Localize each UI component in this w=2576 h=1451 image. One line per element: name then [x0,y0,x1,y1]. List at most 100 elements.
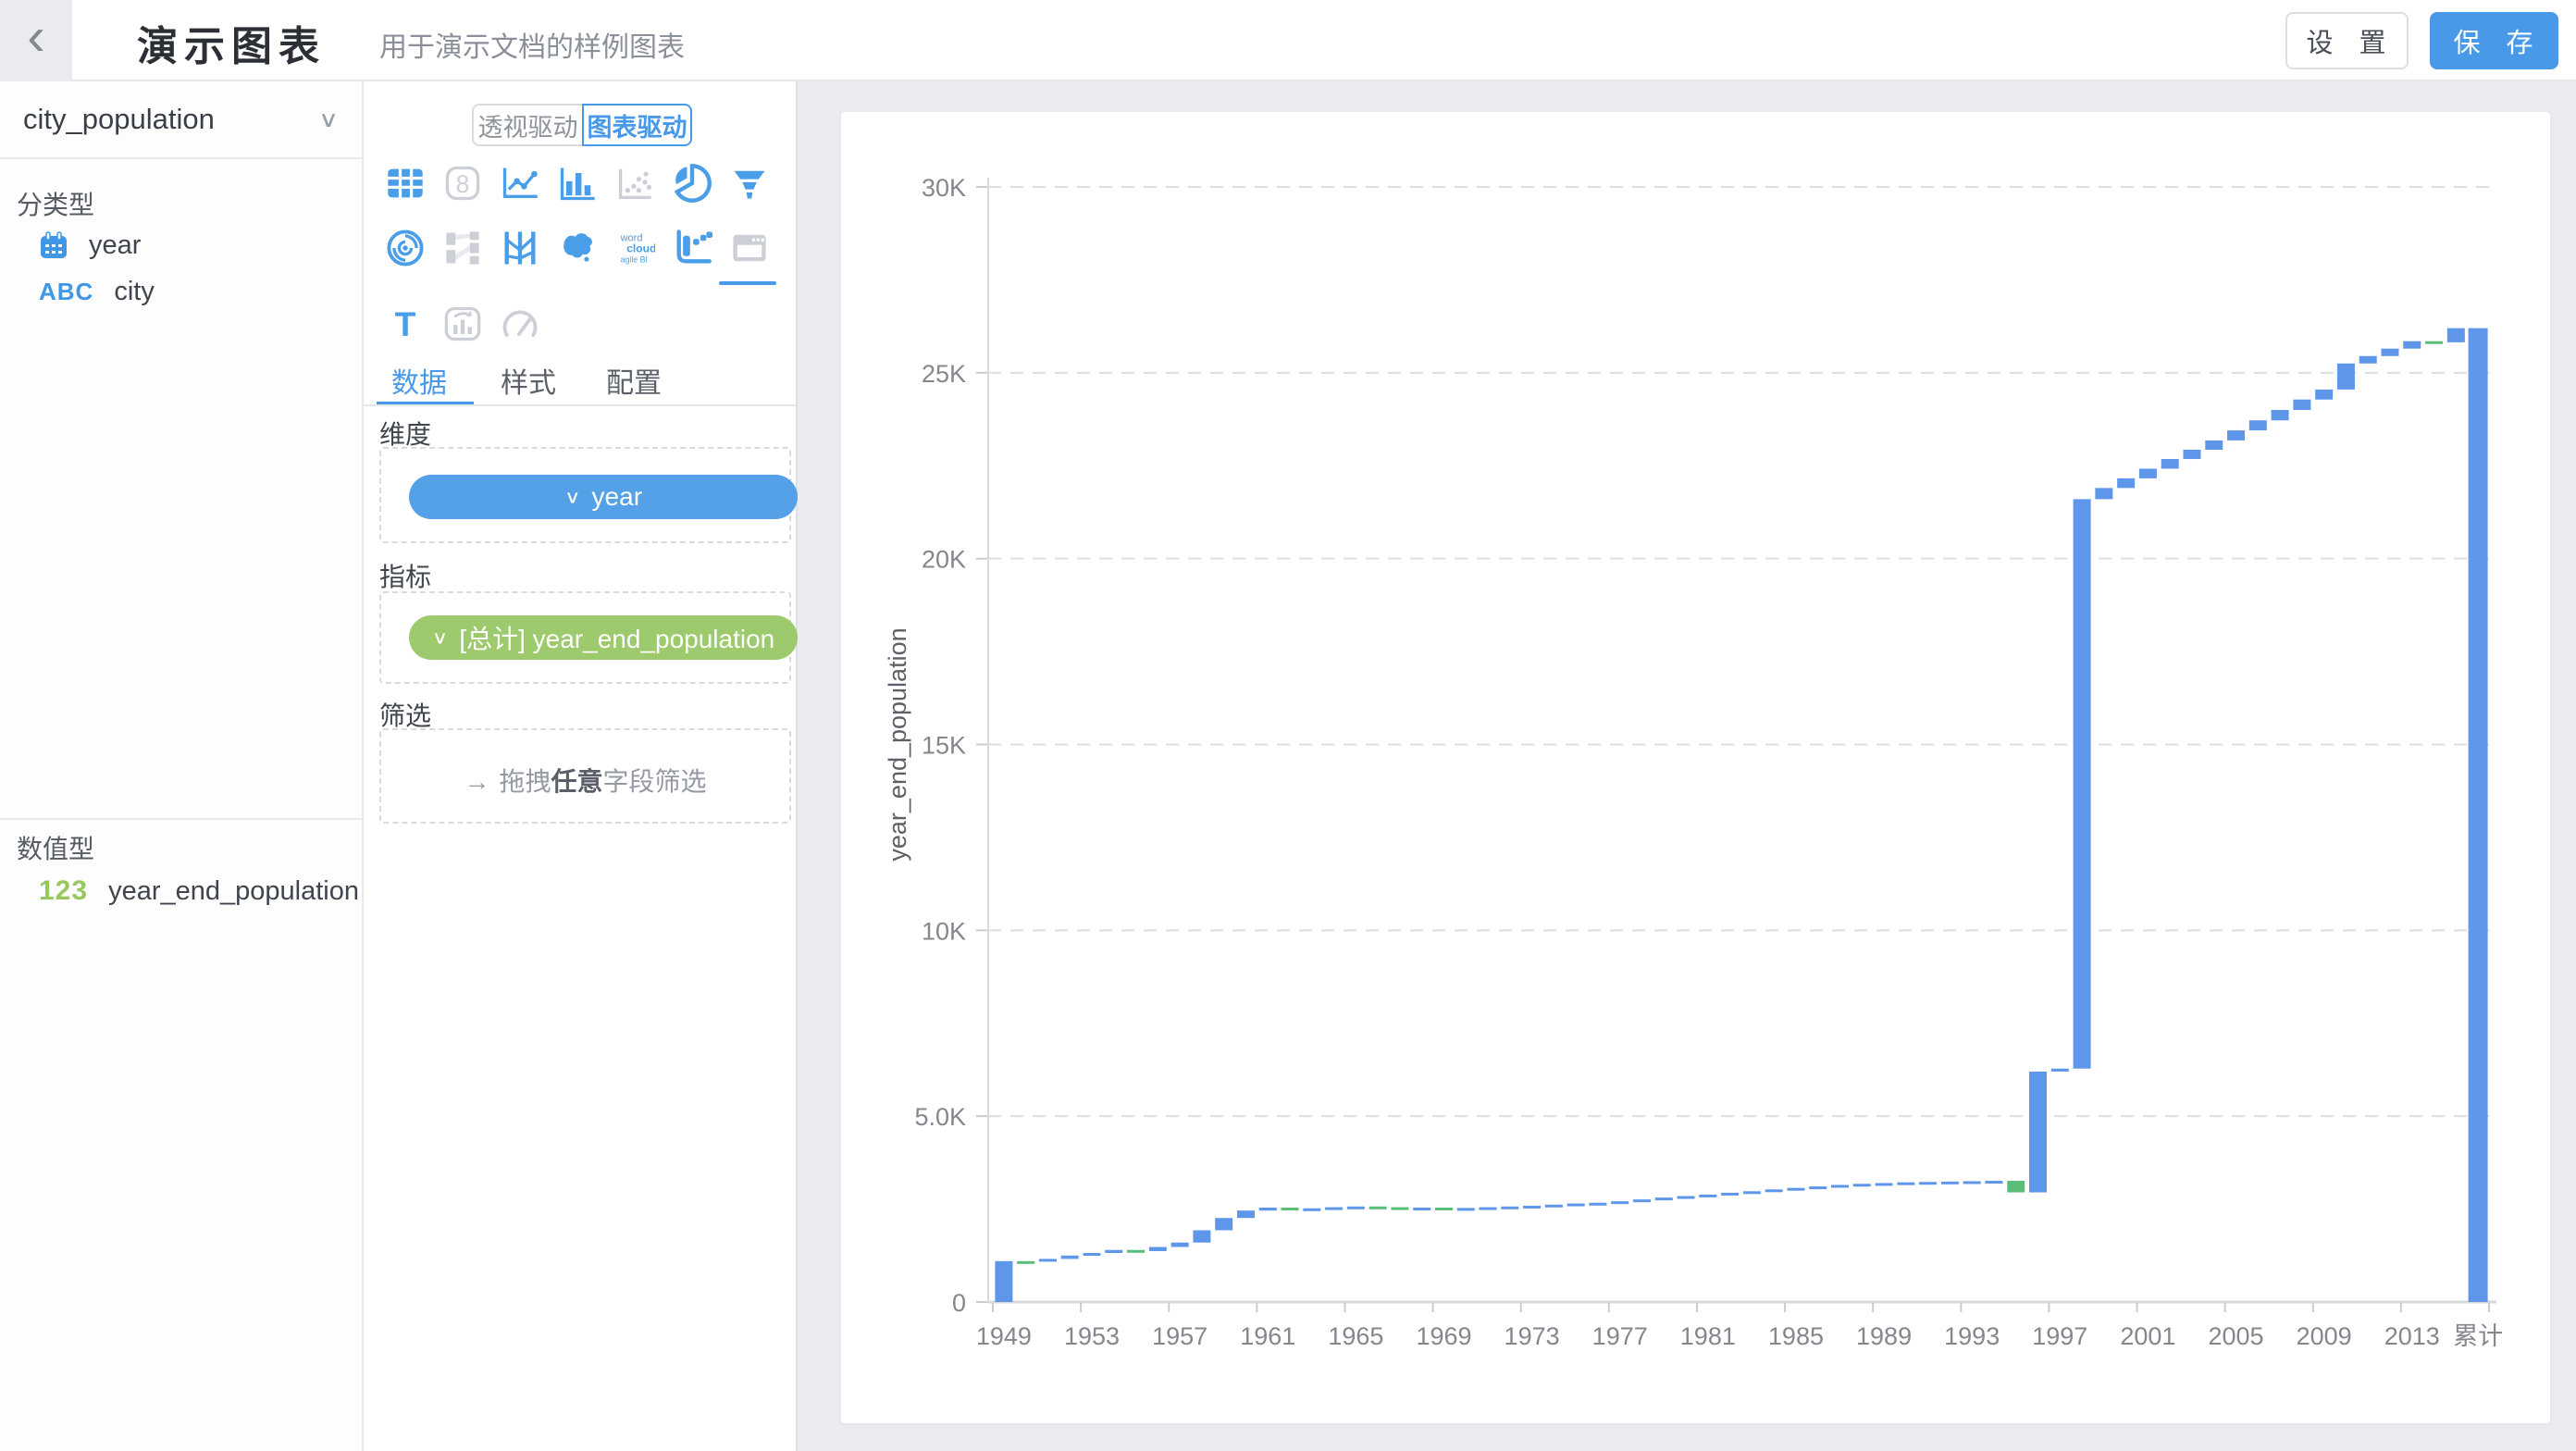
chart-config-panel: 透视驱动 图表驱动 8 [364,81,798,1451]
metric-pill-label: [总计] year_end_population [459,619,774,656]
chart-type-sankey-icon[interactable] [437,222,489,274]
tab-config[interactable]: 配置 [606,359,662,402]
svg-text:1957: 1957 [1152,1322,1208,1350]
title-wrap: 演示图表 用于演示文档的样例图表 [137,0,685,80]
calendar-icon [39,230,68,260]
chart-type-gauge-icon[interactable] [494,298,546,350]
chart-type-digit-icon[interactable]: 8 [437,157,489,209]
filter-dropzone[interactable]: → 拖拽任意字段筛选 [379,728,791,824]
field-label: year_end_population [108,876,359,907]
svg-text:1981: 1981 [1680,1322,1736,1350]
svg-text:agile BI: agile BI [621,254,648,264]
chevron-down-icon: ∨ [432,626,449,648]
svg-text:10K: 10K [922,917,966,945]
config-tabs: 数据 样式 配置 [364,359,796,405]
chart-canvas-area: 0 5.0K 10K 15K 20K 25K 30K 1949 1953 1957 1961 1965… [798,81,2576,1451]
svg-text:2013: 2013 [2384,1322,2440,1350]
chevron-down-icon: ∨ [318,106,339,132]
mode-chart-button[interactable]: 图表驱动 [582,104,692,146]
metric-pill-year-end-population[interactable]: ∨ [总计] year_end_population [409,615,798,660]
svg-text:1989: 1989 [1856,1322,1912,1350]
header-bar: ‹ 演示图表 用于演示文档的样例图表 设 置 保 存 [0,0,2576,81]
dimension-label: 维度 [379,415,431,452]
sidebar-divider [0,818,362,820]
back-icon: ‹ [27,10,44,64]
page-subtitle: 用于演示文档的样例图表 [379,15,685,65]
dimension-dropzone[interactable]: ∨ year [379,447,791,543]
settings-button[interactable]: 设 置 [2285,12,2409,69]
svg-text:1993: 1993 [1944,1322,2000,1350]
filter-hint-prefix: 拖拽 [499,767,551,796]
chart-type-table-icon[interactable] [379,157,431,209]
number-field-icon: 123 [39,875,88,907]
chart-type-china-map-icon[interactable] [551,222,603,274]
chart-type-pie-icon[interactable] [666,157,718,209]
field-city[interactable]: ABC city [0,268,362,315]
tab-data[interactable]: 数据 [391,359,447,402]
svg-text:2005: 2005 [2208,1322,2263,1350]
tabs-divider [364,404,796,406]
chart-type-text-icon[interactable]: T [379,298,431,350]
chart-type-treemap-icon[interactable] [437,298,489,350]
svg-text:25K: 25K [922,360,966,388]
filter-label: 筛选 [379,696,431,733]
svg-text:2009: 2009 [2297,1322,2352,1350]
field-label: city [114,277,155,307]
svg-text:2001: 2001 [2120,1322,2175,1350]
chart-type-iframe-icon[interactable] [724,222,775,274]
chart-type-funnel-icon[interactable] [724,157,775,209]
svg-text:15K: 15K [922,732,966,760]
chart-type-line-icon[interactable] [494,157,546,209]
svg-text:累计: 累计 [2453,1322,2503,1350]
dimension-pill-label: year [592,482,642,512]
svg-text:1969: 1969 [1416,1322,1471,1350]
filter-hint-suffix: 字段筛选 [603,767,707,796]
svg-text:8: 8 [456,170,470,198]
waterfall-chart[interactable]: 0 5.0K 10K 15K 20K 25K 30K 1949 1953 1957 1961 1965… [841,112,2550,1423]
page-title: 演示图表 [137,7,326,72]
svg-text:1985: 1985 [1768,1322,1824,1350]
svg-text:5.0K: 5.0K [914,1103,966,1131]
filter-hint-bold: 任意 [551,767,602,796]
section-title-measures: 数值型 [17,829,94,866]
svg-text:1977: 1977 [1592,1322,1648,1350]
dataset-name: city_population [23,103,318,136]
chart-type-waterfall-icon[interactable] [666,222,718,274]
filter-hint: → 拖拽任意字段筛选 [381,762,789,799]
dataset-selector[interactable]: city_population ∨ [0,81,362,159]
field-year[interactable]: year [0,222,362,268]
section-title-dimensions: 分类型 [17,185,94,222]
mode-toggle: 透视驱动 图表驱动 [472,104,692,146]
tab-style[interactable]: 样式 [501,359,556,402]
arrow-right-icon: → [464,767,489,796]
metric-dropzone[interactable]: ∨ [总计] year_end_population [379,591,791,684]
field-label: year [89,230,141,261]
chart-type-parallel-icon[interactable] [494,222,546,274]
svg-text:0: 0 [952,1289,966,1317]
chart-type-radar-icon[interactable] [379,222,431,274]
svg-text:20K: 20K [922,546,966,574]
field-year-end-population[interactable]: 123 year_end_population [0,868,362,914]
chart-type-scatter-icon[interactable] [609,157,661,209]
metric-label: 指标 [379,557,431,594]
chart-type-bar-icon[interactable] [551,157,603,209]
svg-text:1949: 1949 [976,1322,1032,1350]
svg-text:year_end_population: year_end_population [884,627,911,861]
dimension-pill-year[interactable]: ∨ year [409,475,798,519]
chevron-down-icon: ∨ [564,486,581,507]
app-root: ‹ 演示图表 用于演示文档的样例图表 设 置 保 存 city_populati… [0,0,2576,1451]
back-button[interactable]: ‹ [0,0,72,81]
svg-text:1953: 1953 [1064,1322,1120,1350]
selected-chart-type-underline [719,281,776,285]
svg-text:1965: 1965 [1328,1322,1383,1350]
dataset-sidebar: city_population ∨ 分类型 year ABC city 数值型 [0,81,364,1451]
chart-card: 0 5.0K 10K 15K 20K 25K 30K 1949 1953 1957 1961 1965… [841,112,2550,1423]
text-field-icon: ABC [39,278,93,306]
svg-text:30K: 30K [922,174,966,202]
svg-text:1961: 1961 [1240,1322,1295,1350]
svg-text:T: T [395,304,416,343]
mode-pivot-button[interactable]: 透视驱动 [472,104,582,146]
save-button[interactable]: 保 存 [2430,12,2558,69]
chart-type-word-cloud-icon[interactable]: wordcloudagile BI [609,222,661,274]
svg-text:1997: 1997 [2032,1322,2087,1350]
